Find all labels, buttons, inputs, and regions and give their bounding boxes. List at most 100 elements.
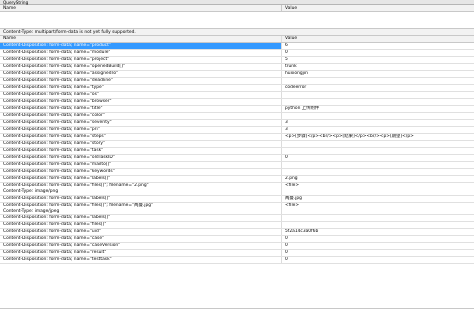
form-field-value[interactable] [282,169,474,175]
form-field-name[interactable]: Content-Disposition: form-data; name="ol… [0,155,282,161]
table-row[interactable]: Content-Disposition: form-data; name="fi… [0,222,474,229]
form-field-name[interactable]: Content-Disposition: form-data; name="ca… [0,236,282,242]
table-row[interactable]: Content-Disposition: form-data; name="br… [0,99,474,106]
form-field-name[interactable]: Content-Disposition: form-data; name="ma… [0,162,282,168]
form-field-name[interactable]: Content-Disposition: form-data; name="la… [0,215,282,221]
table-row[interactable]: Content-Disposition: form-data; name="st… [0,141,474,148]
form-field-name[interactable]: Content-Disposition: form-data; name="st… [0,141,282,147]
form-field-name[interactable]: Content-Disposition: form-data; name="se… [0,120,282,126]
table-row[interactable]: Content-Disposition: form-data; name="pr… [0,57,474,64]
table-row[interactable]: Content-Disposition: form-data; name="ui… [0,229,474,236]
form-field-value[interactable]: 两曼.jpg [282,196,474,202]
form-field-value[interactable]: 3 [282,120,474,126]
table-row[interactable]: Content-Disposition: form-data; name="la… [0,215,474,222]
form-field-value[interactable] [282,113,474,119]
table-row[interactable]: Content-Disposition: form-data; name="ca… [0,236,474,243]
form-field-value[interactable]: 3 [282,127,474,133]
form-field-value[interactable]: python 上传附件 [282,106,474,112]
table-row[interactable]: Content-Disposition: form-data; name="se… [0,120,474,127]
table-row[interactable]: Content-Disposition: form-data; name="ta… [0,148,474,155]
form-field-value[interactable] [282,92,474,98]
form-field-value[interactable]: huxiongjin [282,71,474,77]
form-field-name[interactable]: Content-Disposition: form-data; name="ta… [0,148,282,154]
form-field-value[interactable]: codeerror [282,85,474,91]
form-field-name[interactable]: Content-Disposition: form-data; name="la… [0,195,282,202]
form-field-name[interactable]: Content-Disposition: form-data; name="os… [0,92,282,98]
form-field-value[interactable]: 5 [282,57,474,63]
form-field-name[interactable]: Content-Disposition: form-data; name="st… [0,134,282,140]
form-field-value[interactable]: 6 [282,43,474,49]
querystring-empty-area [0,12,474,28]
form-field-value[interactable] [282,141,474,147]
table-row[interactable]: Content-Disposition: form-data; name="as… [0,71,474,78]
form-field-name[interactable]: Content-Disposition: form-data; name="fi… [0,222,282,228]
form-field-value[interactable]: 2.png [282,176,474,182]
form-field-value[interactable] [282,99,474,105]
table-row[interactable]: Content-Disposition: form-data; name="ty… [0,85,474,92]
form-field-value[interactable]: 0 [282,50,474,56]
table-bottom-border [0,308,474,309]
form-field-value[interactable]: 0 [282,257,474,263]
table-row[interactable]: Content-Disposition: form-data; name="ol… [0,155,474,162]
form-field-name[interactable]: Content-Disposition: form-data; name="pr… [0,127,282,133]
form-field-value[interactable] [282,222,474,228]
form-field-value[interactable] [282,148,474,154]
table-row[interactable]: Content-Disposition: form-data; name="ma… [0,162,474,169]
table-row[interactable]: Content-Disposition: form-data; name="fi… [0,183,474,196]
table-row[interactable]: Content-Disposition: form-data; name="fi… [0,202,474,215]
form-field-name[interactable]: Content-Disposition: form-data; name="te… [0,257,282,263]
table-row[interactable]: Content-Disposition: form-data; name="op… [0,64,474,71]
form-name-column-header[interactable]: Name [0,36,282,42]
table-row[interactable]: Content-Disposition: form-data; name="pr… [0,127,474,134]
form-field-value[interactable]: <p>[步骤]</p><br/><p>[结果]</p><br/><p>[期望]<… [282,134,474,140]
form-field-name[interactable]: Content-Disposition: form-data; name="fi… [0,202,282,214]
form-field-value[interactable]: <file> [282,183,474,195]
form-value-column-header[interactable]: Value [282,36,474,42]
table-row[interactable]: Content-Disposition: form-data; name="re… [0,250,474,257]
form-field-value[interactable]: 0 [282,236,474,242]
form-field-value[interactable]: 0 [282,155,474,161]
form-field-value[interactable] [282,78,474,84]
querystring-header: Name Value [0,5,474,12]
form-field-name[interactable]: Content-Disposition: form-data; name="re… [0,250,282,256]
table-row[interactable]: Content-Disposition: form-data; name="pr… [0,43,474,50]
form-field-value[interactable]: trunk [282,64,474,70]
form-field-name[interactable]: Content-Disposition: form-data; name="ui… [0,229,282,235]
table-row[interactable]: Content-Disposition: form-data; name="st… [0,134,474,141]
form-field-name[interactable]: Content-Disposition: form-data; name="ca… [0,243,282,249]
table-row[interactable]: Content-Disposition: form-data; name="ke… [0,169,474,176]
form-table-header: Name Value [0,36,474,43]
table-row[interactable]: Content-Disposition: form-data; name="la… [0,195,474,203]
querystring-name-column-header[interactable]: Name [0,5,282,12]
table-row[interactable]: Content-Disposition: form-data; name="ca… [0,243,474,250]
table-row[interactable]: Content-Disposition: form-data; name="te… [0,257,474,264]
multipart-notice: Content-Type: multipart/form-data is not… [0,28,474,36]
form-field-name[interactable]: Content-Disposition: form-data; name="pr… [0,43,282,49]
form-field-name[interactable]: Content-Disposition: form-data; name="ty… [0,85,282,91]
form-field-value[interactable]: 5f2a14c3a0f6b [282,229,474,235]
form-field-name[interactable]: Content-Disposition: form-data; name="mo… [0,50,282,56]
form-field-value[interactable]: 0 [282,243,474,249]
form-field-name[interactable]: Content-Disposition: form-data; name="br… [0,99,282,105]
form-field-name[interactable]: Content-Disposition: form-data; name="pr… [0,57,282,63]
form-field-value[interactable]: <file> [282,203,474,215]
form-data-table: Name Value Content-Disposition: form-dat… [0,36,474,264]
querystring-value-column-header[interactable]: Value [282,5,474,12]
form-field-name[interactable]: Content-Disposition: form-data; name="op… [0,64,282,70]
table-row[interactable]: Content-Disposition: form-data; name="de… [0,78,474,85]
form-field-name[interactable]: Content-Disposition: form-data; name="ke… [0,169,282,175]
table-row[interactable]: Content-Disposition: form-data; name="ti… [0,106,474,113]
form-field-name[interactable]: Content-Disposition: form-data; name="as… [0,71,282,77]
form-field-name[interactable]: Content-Disposition: form-data; name="co… [0,113,282,119]
form-field-name[interactable]: Content-Disposition: form-data; name="fi… [0,183,282,195]
form-field-name[interactable]: Content-Disposition: form-data; name="la… [0,176,282,182]
form-field-name[interactable]: Content-Disposition: form-data; name="ti… [0,106,282,112]
form-field-name[interactable]: Content-Disposition: form-data; name="de… [0,78,282,84]
table-row[interactable]: Content-Disposition: form-data; name="mo… [0,50,474,57]
table-row[interactable]: Content-Disposition: form-data; name="la… [0,176,474,183]
table-row[interactable]: Content-Disposition: form-data; name="co… [0,113,474,120]
form-field-value[interactable]: 0 [282,250,474,256]
table-row[interactable]: Content-Disposition: form-data; name="os… [0,92,474,99]
form-field-value[interactable] [282,215,474,221]
form-field-value[interactable] [282,162,474,168]
